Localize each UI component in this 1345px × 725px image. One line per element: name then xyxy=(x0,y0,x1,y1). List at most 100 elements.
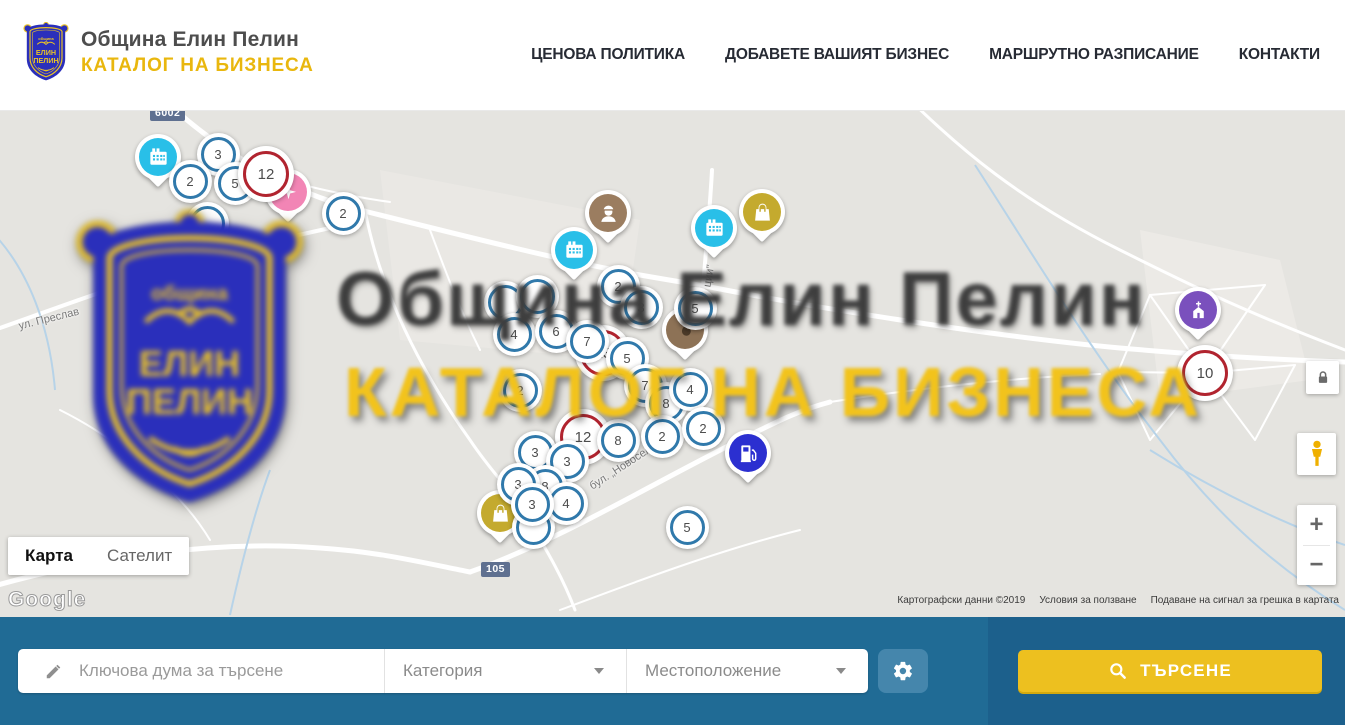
nav-item-add-business[interactable]: ДОБАВЕТЕ ВАШИЯТ БИЗНЕС xyxy=(725,46,949,64)
cluster-count: 7 xyxy=(641,378,648,393)
page: община ЕЛИН ПЕЛИН Община Елин Пелин КАТА… xyxy=(0,0,1345,725)
cluster-count: 2 xyxy=(658,429,665,444)
map-attribution: Картографски данни ©2019 Условия за ползв… xyxy=(897,595,1339,606)
cluster-count: 3 xyxy=(637,300,644,315)
road-number-badge: 6002 xyxy=(150,110,185,121)
advanced-search-button[interactable] xyxy=(878,649,928,693)
search-button-panel: ТЪРСЕНЕ xyxy=(988,617,1345,725)
google-logo[interactable]: Google xyxy=(8,588,86,612)
map-cluster-marker[interactable]: 10 xyxy=(1177,345,1233,401)
lock-icon xyxy=(1314,369,1332,387)
map-cluster-marker[interactable]: 3 xyxy=(511,483,554,526)
chevron-down-icon xyxy=(594,668,604,674)
cluster-count: 2 xyxy=(614,279,621,294)
worker-icon xyxy=(597,202,620,225)
zoom-in-button[interactable]: + xyxy=(1297,505,1336,545)
attribution-link[interactable]: Подаване на сигнал за грешка в картата xyxy=(1151,595,1339,606)
map-cluster-marker[interactable]: 2 xyxy=(499,369,542,412)
lock-button[interactable] xyxy=(1306,361,1339,394)
church-icon xyxy=(1187,299,1210,322)
search-icon xyxy=(1108,661,1128,681)
site-subtitle: КАТАЛОГ НА БИЗНЕСА xyxy=(81,55,314,77)
cluster-count: 3 xyxy=(563,454,570,469)
main-nav: ЦЕНОВА ПОЛИТИКА ДОБАВЕТЕ ВАШИЯТ БИЗНЕС МАР… xyxy=(531,0,1320,110)
location-select-label: Местоположение xyxy=(645,661,781,681)
satellite-view-button[interactable]: Сателит xyxy=(90,537,189,575)
map-cluster-marker[interactable]: 3 xyxy=(620,286,663,329)
pegman-control[interactable] xyxy=(1297,433,1336,475)
map-cluster-marker[interactable]: 2 xyxy=(641,415,684,458)
factory-icon xyxy=(147,146,170,169)
map-cluster-marker[interactable]: 4 xyxy=(669,368,712,411)
site-title: Община Елин Пелин xyxy=(81,28,314,52)
map-pin-church[interactable] xyxy=(1175,287,1221,345)
map-cluster-marker[interactable]: 2 xyxy=(682,407,725,450)
factory-icon xyxy=(563,239,586,262)
map-cluster-marker[interactable]: 12 xyxy=(238,146,294,202)
bag-icon xyxy=(751,201,774,224)
cluster-count: 5 xyxy=(683,520,690,535)
zoom-control: + − xyxy=(1297,505,1336,585)
chevron-down-icon xyxy=(836,668,846,674)
cluster-count: 7 xyxy=(583,334,590,349)
brand-text: Община Елин Пелин КАТАЛОГ НА БИЗНЕСА xyxy=(81,28,314,77)
pencil-icon xyxy=(44,662,63,681)
search-bar: ТЪРСЕНЕ Категория Местоположение xyxy=(0,617,1345,725)
map-view-button[interactable]: Карта xyxy=(8,537,90,575)
keyword-input[interactable] xyxy=(77,660,306,682)
map-cluster-marker[interactable]: 2 xyxy=(322,192,365,235)
map-cluster-marker[interactable]: 8 xyxy=(597,419,640,462)
cluster-count: 12 xyxy=(258,166,275,183)
cluster-count: 5 xyxy=(691,301,698,316)
cluster-count: 6 xyxy=(552,324,559,339)
bag-icon xyxy=(489,502,512,525)
pegman-icon xyxy=(1306,439,1328,469)
map-cluster-marker[interactable] xyxy=(186,202,229,245)
cluster-count: 4 xyxy=(562,496,569,511)
map-cluster-marker[interactable]: 5 xyxy=(674,287,717,330)
zoom-out-button[interactable]: − xyxy=(1297,546,1336,586)
keyword-field xyxy=(18,649,384,693)
search-button[interactable]: ТЪРСЕНЕ xyxy=(1018,650,1322,692)
map-cluster-marker[interactable]: 5 xyxy=(666,506,709,549)
cluster-count: 4 xyxy=(686,382,693,397)
category-select-label: Категория xyxy=(403,661,482,681)
brand[interactable]: община ЕЛИН ПЕЛИН Община Елин Пелин КАТА… xyxy=(22,22,314,82)
factory-icon xyxy=(703,217,726,240)
category-select[interactable]: Категория xyxy=(384,649,626,693)
municipality-crest-logo: община ЕЛИН ПЕЛИН xyxy=(22,22,70,82)
cluster-count: 2 xyxy=(516,383,523,398)
location-select[interactable]: Местоположение xyxy=(626,649,868,693)
map-cluster-marker[interactable]: 4 xyxy=(493,313,536,356)
cluster-count: 2 xyxy=(339,206,346,221)
cluster-count: 3 xyxy=(531,445,538,460)
site-header: община ЕЛИН ПЕЛИН Община Елин Пелин КАТА… xyxy=(0,0,1345,111)
cluster-count: 8 xyxy=(614,433,621,448)
nav-item-contacts[interactable]: КОНТАКТИ xyxy=(1239,46,1320,64)
nav-item-pricing[interactable]: ЦЕНОВА ПОЛИТИКА xyxy=(531,46,685,64)
map-cluster-marker[interactable]: 7 xyxy=(566,320,609,363)
map-pin-factory[interactable] xyxy=(691,205,737,263)
cluster-count: 10 xyxy=(1197,365,1214,382)
cluster-count: 3 xyxy=(214,147,221,162)
search-button-label: ТЪРСЕНЕ xyxy=(1140,661,1232,681)
cluster-count: 5 xyxy=(623,351,630,366)
map-canvas[interactable]: ул. Преславбул. „Новоселции"6002105 xyxy=(0,110,1345,617)
map-pin-bag[interactable] xyxy=(739,189,785,247)
cluster-count: 4 xyxy=(510,327,517,342)
attribution-link[interactable]: Условия за ползване xyxy=(1039,595,1136,606)
gear-icon xyxy=(892,660,914,682)
fuel-icon xyxy=(737,442,760,465)
cluster-count: 3 xyxy=(528,497,535,512)
cluster-count: 2 xyxy=(699,421,706,436)
road-number-badge: 105 xyxy=(481,562,510,577)
svg-text:община: община xyxy=(38,36,54,41)
attribution-text: Картографски данни ©2019 xyxy=(897,595,1025,606)
map-cluster-marker[interactable]: 2 xyxy=(169,160,212,203)
map-pin-fuel[interactable] xyxy=(725,430,771,488)
nav-item-transport-schedule[interactable]: МАРШРУТНО РАЗПИСАНИЕ xyxy=(989,46,1199,64)
map-type-control: Карта Сателит xyxy=(8,537,189,575)
cluster-count: 8 xyxy=(662,396,669,411)
search-fields-group: Категория Местоположение xyxy=(18,649,868,693)
map-pin-factory[interactable] xyxy=(551,227,597,285)
